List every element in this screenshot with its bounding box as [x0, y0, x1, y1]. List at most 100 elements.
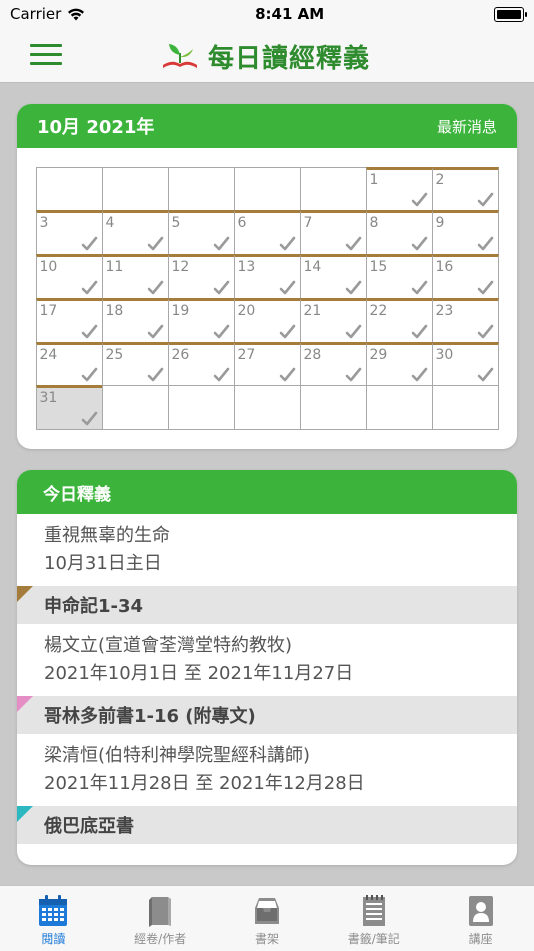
day-number: 24 — [39, 346, 58, 363]
calendar-day[interactable]: 15 — [365, 254, 433, 299]
calendar-day[interactable]: 5 — [167, 210, 235, 256]
day-number: 13 — [237, 259, 256, 276]
calendar-grid: 1 2 3 4 5 6 7 8 9 10 11 12 13 14 15 16 17 18 19 20 21 22 23 24 2… — [35, 166, 499, 431]
tab-label: 講座 — [468, 932, 493, 946]
calendar-day[interactable]: 6 — [233, 210, 301, 256]
author-date-range: 2021年10月1日 至 2021年11月27日 — [44, 663, 354, 684]
day-number: 26 — [171, 346, 190, 363]
check-icon — [345, 368, 361, 382]
calendar-day[interactable]: 18 — [101, 297, 169, 343]
book-row[interactable]: 哥林多前書1-16 (附專文) — [17, 696, 517, 734]
calendar-day[interactable]: 3 — [35, 210, 103, 256]
calendar-day[interactable]: 25 — [101, 341, 169, 387]
calendar-day[interactable]: 11 — [101, 254, 169, 299]
calendar-day[interactable]: 12 — [167, 254, 235, 299]
calendar-day[interactable]: 10 — [35, 254, 103, 299]
author-date-range: 2021年11月28日 至 2021年12月28日 — [44, 773, 365, 794]
check-icon — [411, 192, 427, 207]
carrier-label: Carrier — [10, 5, 62, 23]
check-icon — [213, 280, 229, 295]
person-icon — [468, 896, 493, 926]
author-name: 楊文立(宣道會荃灣堂特約教牧) — [44, 635, 293, 656]
wifi-icon — [68, 8, 85, 20]
calendar-day[interactable]: 7 — [299, 210, 367, 256]
calendar-day[interactable]: 30 — [431, 341, 499, 387]
calendar-day[interactable]: 22 — [365, 297, 433, 343]
day-number: 7 — [303, 215, 313, 232]
day-number: 4 — [105, 215, 115, 232]
check-icon — [477, 192, 493, 207]
calendar-day[interactable]: 9 — [431, 210, 499, 256]
calendar-empty-cell — [299, 385, 367, 431]
check-icon — [213, 324, 229, 338]
calendar-day[interactable]: 26 — [167, 341, 235, 387]
calendar-header: 10月 2021年 最新消息 — [17, 104, 517, 148]
day-number: 14 — [303, 259, 322, 276]
calendar-day[interactable]: 13 — [233, 254, 301, 299]
status-bar: Carrier 8:41 AM — [0, 0, 534, 28]
day-number: 10 — [39, 259, 58, 276]
tab-bookmarks-notes[interactable]: 書籤/筆記 — [320, 886, 427, 951]
calendar-day[interactable]: 17 — [35, 297, 103, 343]
book-name: 哥林多前書1-16 (附專文) — [44, 706, 256, 727]
book-row[interactable]: 申命記1-34 — [17, 586, 517, 624]
day-number: 11 — [105, 259, 124, 276]
calendar-empty-cell — [35, 166, 103, 212]
check-icon — [345, 324, 361, 338]
day-number: 6 — [237, 215, 247, 232]
calendar-empty-cell — [431, 385, 499, 431]
calendar-day[interactable]: 23 — [431, 297, 499, 343]
calendar-empty-cell — [299, 166, 367, 212]
day-number: 27 — [237, 346, 256, 363]
book-name: 俄巴底亞書 — [44, 816, 134, 837]
day-number: 22 — [369, 302, 388, 319]
calendar-day[interactable]: 16 — [431, 254, 499, 299]
author-entry[interactable]: 楊文立(宣道會荃灣堂特約教牧) 2021年10月1日 至 2021年11月27日 — [17, 624, 517, 696]
tab-label: 經卷/作者 — [134, 932, 187, 946]
today-entry[interactable]: 重視無辜的生命 10月31日主日 — [17, 514, 517, 586]
app-logo-icon — [163, 43, 197, 68]
book-row[interactable]: 俄巴底亞書 — [17, 806, 517, 844]
menu-icon[interactable] — [30, 44, 62, 66]
check-icon — [477, 368, 493, 382]
calendar-day[interactable]: 28 — [299, 341, 367, 387]
day-number: 18 — [105, 302, 124, 319]
check-icon — [411, 368, 427, 382]
today-date: 10月31日主日 — [44, 553, 162, 574]
news-link[interactable]: 最新消息 — [437, 116, 497, 137]
nav-bar: 每日讀經釋義 — [0, 28, 534, 83]
calendar-day[interactable]: 1 — [365, 166, 433, 212]
calendar-day[interactable]: 31 — [35, 385, 103, 431]
calendar-day[interactable]: 24 — [35, 341, 103, 387]
calendar-day[interactable]: 27 — [233, 341, 301, 387]
clock: 8:41 AM — [255, 5, 325, 23]
tab-reading[interactable]: 閱讀 — [0, 886, 107, 951]
check-icon — [279, 280, 295, 295]
calendar-day[interactable]: 20 — [233, 297, 301, 343]
calendar-day[interactable]: 29 — [365, 341, 433, 387]
book-icon — [149, 897, 172, 927]
check-icon — [279, 236, 295, 251]
tab-lectures[interactable]: 講座 — [427, 886, 534, 951]
check-icon — [81, 411, 97, 426]
check-icon — [411, 236, 427, 251]
calendar-day[interactable]: 4 — [101, 210, 169, 256]
calendar-empty-cell — [167, 166, 235, 212]
app-title-text: 每日讀經釋義 — [208, 44, 371, 74]
calendar-day[interactable]: 14 — [299, 254, 367, 299]
day-number: 16 — [435, 259, 454, 276]
check-icon — [279, 324, 295, 338]
calendar-day[interactable]: 8 — [365, 210, 433, 256]
calendar-day[interactable]: 19 — [167, 297, 235, 343]
author-entry[interactable]: 梁清恒(伯特利神學院聖經科講師) 2021年11月28日 至 2021年12月2… — [17, 734, 517, 806]
day-number: 21 — [303, 302, 322, 319]
tab-bookshelf[interactable]: 書架 — [214, 886, 321, 951]
calendar-empty-cell — [233, 385, 301, 431]
tab-books-authors[interactable]: 經卷/作者 — [107, 886, 214, 951]
calendar-day[interactable]: 2 — [431, 166, 499, 212]
calendar-day[interactable]: 21 — [299, 297, 367, 343]
month-title: 10月 2021年 — [37, 117, 155, 138]
tray-icon — [254, 898, 279, 924]
calendar-icon — [39, 895, 68, 926]
day-number: 30 — [435, 346, 454, 363]
